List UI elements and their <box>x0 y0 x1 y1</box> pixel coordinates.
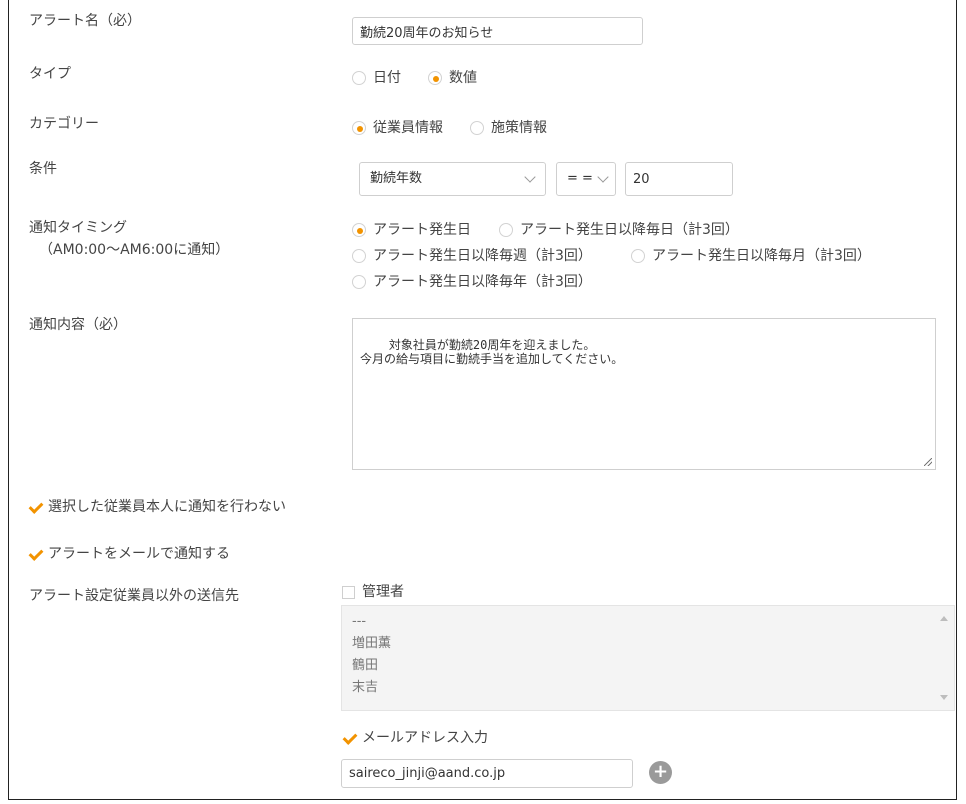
timing-radio-weekly[interactable]: アラート発生日以降毎週（計3回） <box>352 247 592 265</box>
timing-option-label: アラート発生日以降毎年（計3回） <box>373 274 592 290</box>
timing-label: 通知タイミング <box>29 220 127 236</box>
no-notify-self-label: 選択した従業員本人に通知を行わない <box>48 499 286 515</box>
checkbox-empty-icon <box>342 585 355 599</box>
radio-icon <box>499 223 513 237</box>
checkmark-icon <box>29 501 41 513</box>
notify-mail-checkbox[interactable]: アラートをメールで通知する <box>29 545 230 563</box>
list-item[interactable]: 鶴田 <box>352 658 378 674</box>
radio-icon <box>470 121 484 135</box>
radio-icon <box>631 249 645 263</box>
mail-input-label: メールアドレス入力 <box>362 730 488 746</box>
list-item[interactable]: 末吉 <box>352 680 378 696</box>
resize-grip-icon[interactable] <box>924 458 932 466</box>
timing-option-label: アラート発生日 <box>373 222 471 238</box>
radio-selected-icon <box>428 71 442 85</box>
radio-selected-icon <box>352 121 366 135</box>
category-option-policy-label: 施策情報 <box>491 120 547 136</box>
admin-label: 管理者 <box>362 584 404 600</box>
category-radio-policy[interactable]: 施策情報 <box>470 119 547 137</box>
checkmark-icon <box>343 732 355 744</box>
type-radio-number[interactable]: 数値 <box>428 69 477 87</box>
radio-selected-icon <box>352 223 366 237</box>
timing-radio-on-day[interactable]: アラート発生日 <box>352 221 471 239</box>
no-notify-self-checkbox[interactable]: 選択した従業員本人に通知を行わない <box>29 498 286 516</box>
timing-option-label: アラート発生日以降毎日（計3回） <box>520 222 739 238</box>
recipient-listbox[interactable]: --- 増田薫 鶴田 末吉 <box>341 605 955 711</box>
timing-radio-yearly[interactable]: アラート発生日以降毎年（計3回） <box>352 273 592 291</box>
recipients-label: アラート設定従業員以外の送信先 <box>29 588 239 604</box>
scroll-down-arrow-icon[interactable] <box>940 695 948 700</box>
condition-field-select[interactable]: 勤続年数 <box>359 162 546 196</box>
timing-sublabel: （AM0:00～AM6:00に通知） <box>39 242 230 258</box>
type-label: タイプ <box>29 66 71 82</box>
category-option-employee-label: 従業員情報 <box>373 120 443 136</box>
type-radio-date[interactable]: 日付 <box>352 69 401 87</box>
condition-value-input[interactable] <box>625 162 733 196</box>
content-textarea[interactable]: 対象社員が勤続20周年を迎えました。 今月の給与項目に勤続手当を追加してください… <box>352 318 936 470</box>
timing-option-label: アラート発生日以降毎月（計3回） <box>652 248 871 264</box>
radio-icon <box>352 71 366 85</box>
condition-operator-select[interactable]: = = <box>556 162 616 196</box>
timing-option-label: アラート発生日以降毎週（計3回） <box>373 248 592 264</box>
list-item[interactable]: 増田薫 <box>352 636 391 652</box>
category-label: カテゴリー <box>29 116 99 132</box>
category-radio-employee[interactable]: 従業員情報 <box>352 119 443 137</box>
condition-field-value: 勤続年数 <box>370 171 423 186</box>
radio-icon <box>352 275 366 289</box>
list-item[interactable]: --- <box>352 614 366 630</box>
alert-name-input[interactable] <box>352 17 643 45</box>
type-option-date-label: 日付 <box>373 70 401 86</box>
timing-radio-monthly[interactable]: アラート発生日以降毎月（計3回） <box>631 247 871 265</box>
admin-checkbox[interactable]: 管理者 <box>342 583 404 601</box>
scroll-up-arrow-icon[interactable] <box>940 616 948 621</box>
mail-input-checkbox[interactable]: メールアドレス入力 <box>343 729 488 747</box>
checkmark-icon <box>29 548 41 560</box>
email-input[interactable] <box>341 759 633 788</box>
add-email-button[interactable]: + <box>649 761 672 784</box>
chevron-down-icon <box>524 171 536 183</box>
alert-name-label: アラート名（必） <box>29 13 141 29</box>
notify-mail-label: アラートをメールで通知する <box>48 546 230 562</box>
alert-settings-form: アラート名（必） タイプ 日付 数値 カテゴリー 従業員情報 施策情報 条件 勤… <box>8 0 957 800</box>
type-option-number-label: 数値 <box>449 70 477 86</box>
content-text: 対象社員が勤続20周年を迎えました。 今月の給与項目に勤続手当を追加してください… <box>360 338 624 366</box>
timing-radio-daily[interactable]: アラート発生日以降毎日（計3回） <box>499 221 739 239</box>
condition-label: 条件 <box>29 161 57 177</box>
radio-icon <box>352 249 366 263</box>
content-label: 通知内容（必） <box>29 317 127 333</box>
chevron-down-icon <box>597 171 609 183</box>
condition-operator-value: = = <box>567 171 593 186</box>
